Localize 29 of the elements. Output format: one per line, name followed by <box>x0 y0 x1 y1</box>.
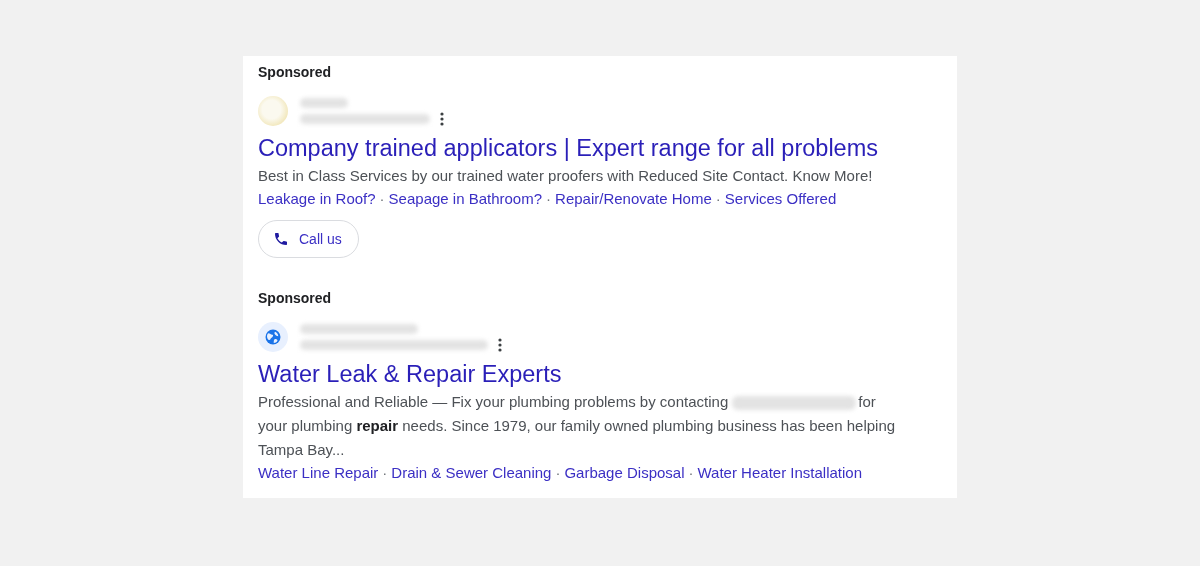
phone-icon <box>273 231 289 247</box>
separator-dot: · <box>555 463 561 483</box>
sitelink[interactable]: Leakage in Roof? <box>258 188 376 210</box>
ad-description: for <box>858 393 876 410</box>
sponsored-label: Sponsored <box>258 63 332 82</box>
call-button[interactable]: Call us <box>258 220 359 258</box>
separator-dot: · <box>546 189 552 209</box>
separator-dot: · <box>688 463 694 483</box>
globe-icon <box>258 322 288 352</box>
more-options-icon[interactable] <box>440 112 444 126</box>
sitelink[interactable]: Water Line Repair <box>258 462 379 484</box>
ad-description: your plumbing repair needs. Since 1979, our family owned plumbing business has been helping Tampa Bay... <box>258 416 897 460</box>
separator-dot: · <box>715 189 721 209</box>
sitelink[interactable]: Seapage in Bathroom? <box>388 188 543 210</box>
separator-dot: · <box>379 189 385 209</box>
ad-title-link[interactable]: Water Leak & Repair Experts <box>258 358 562 390</box>
separator-dot: · <box>382 463 388 483</box>
sitelink[interactable]: Repair/Renovate Home <box>555 188 712 210</box>
sponsored-label: Sponsored <box>258 289 332 308</box>
ad-description: Best in Class Services by our trained water proofers with Reduced Site Contact. Know More! <box>258 167 873 184</box>
sitelink[interactable]: Drain & Sewer Cleaning <box>391 462 552 484</box>
sitelink[interactable]: Garbage Disposal <box>564 462 685 484</box>
sitelink[interactable]: Services Offered <box>724 188 837 210</box>
sitelink[interactable]: Water Heater Installation <box>697 462 863 484</box>
site-logo-icon <box>258 96 288 126</box>
redacted-site-name <box>300 98 348 108</box>
ad-title-link[interactable]: Company trained applicators | Expert range for all problems <box>258 132 879 164</box>
more-options-icon[interactable] <box>498 338 502 352</box>
ad-description: Professional and Reliable — Fix your plumbing problems by contacting <box>258 393 729 410</box>
